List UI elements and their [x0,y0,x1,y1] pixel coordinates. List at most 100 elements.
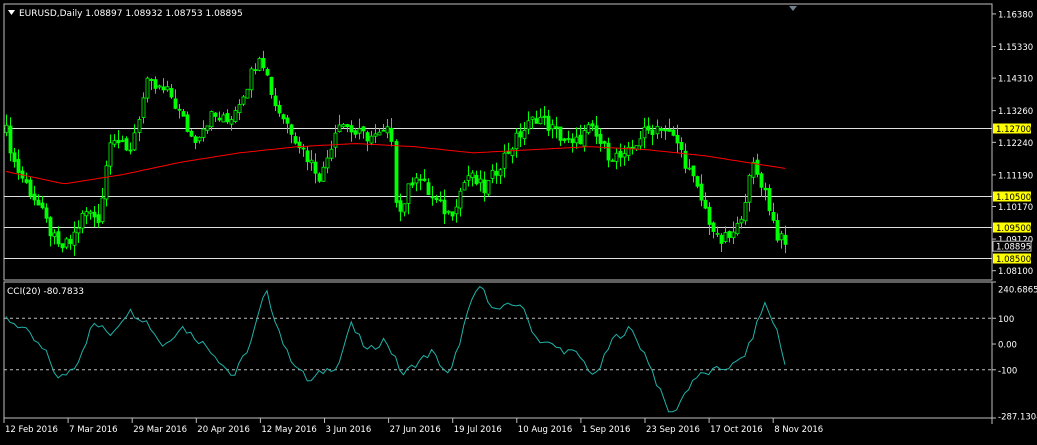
price-tick-label: 1.15330 [998,43,1033,53]
candle-body [675,134,680,144]
candle-body [430,196,435,199]
candle-body [305,150,310,163]
candle-body [530,116,535,120]
candle-body [502,152,507,169]
candle-body [321,166,326,182]
candle-body [269,76,274,95]
chart-canvas[interactable]: 1.12700 1.10500 1.09500 1.08500 1.16380 1.153… [0,0,1037,441]
candle-body [24,179,29,183]
candle-body [341,124,346,128]
candle-body [562,138,567,141]
candle-body [622,153,627,158]
candle-body [630,146,635,149]
candle-body [606,142,611,161]
candle-body [385,126,390,134]
candle-body [526,120,531,130]
candle-body [88,211,93,214]
candle-body [313,161,318,174]
candle-body [12,152,17,163]
cci-tick-label: 240.6865 [998,286,1037,296]
candle-body [285,117,290,124]
candle-body [711,222,716,232]
candle-body [775,220,780,241]
candle-body [309,159,314,164]
candle-body [699,183,704,201]
candle-body [747,174,752,203]
candle-body [161,86,166,91]
candle-body [48,217,53,237]
candle-body [715,232,720,235]
candle-body [414,177,419,184]
candle-body [68,238,73,244]
candle-body [76,227,81,234]
candle-body [763,187,768,191]
candle-body [36,199,41,206]
candle-body [165,86,170,91]
candle-body [458,190,463,209]
candle-body [52,232,57,237]
candle-body [402,203,407,213]
candle-body [100,197,105,222]
candle-body [614,152,619,162]
candle-body [602,141,607,144]
candle-body [233,110,238,122]
candle-body [96,214,101,224]
candle-body [566,138,571,140]
cci-tick-label: -287.1304 [998,413,1037,423]
candle-body [406,183,411,204]
chart-window[interactable]: 1.12700 1.10500 1.09500 1.08500 1.16380 1.153… [0,0,1037,441]
candle-body [365,132,370,142]
time-tick-label: 17 Oct 2016 [710,425,763,435]
candle-body [257,58,262,71]
candle-body [357,128,362,134]
candle-body [494,171,499,176]
candle-body [707,206,712,225]
price-tick-label: 1.08100 [998,267,1033,277]
candle-body [442,199,447,215]
candle-body [253,69,258,72]
time-tick-label: 12 Feb 2016 [5,425,58,435]
candle-body [245,88,250,99]
candle-body [735,222,740,235]
candle-body [454,206,459,215]
candle-body [169,88,174,98]
price-tick-label: 1.16380 [998,10,1033,20]
candle-body [490,169,495,179]
candle-body [128,149,133,152]
candle-body [373,133,378,137]
candle-body [349,125,354,133]
candle-body [466,175,471,181]
candle-body [249,68,254,91]
level-label: 1.12700 [996,125,1031,135]
candle-body [470,172,475,178]
candle-body [759,173,764,188]
price-tick-label: 1.11190 [998,171,1033,181]
candle-body [277,104,282,114]
candle-body [377,131,382,136]
candle-body [325,157,330,169]
candle-body [361,126,366,132]
candle-body [28,179,33,196]
time-tick-label: 7 Mar 2016 [69,425,117,435]
time-tick-label: 3 Jun 2016 [326,425,372,435]
candle-body [185,114,190,132]
candle-body [177,108,182,111]
current-price-label: 1.08895 [996,243,1031,253]
candle-body [4,124,9,134]
candle-body [731,231,736,239]
candle-body [434,197,439,201]
candle-body [289,124,294,135]
candle-body [345,124,350,128]
price-axis: 1.12700 1.10500 1.09500 1.08500 1.16380 1.153… [992,10,1033,277]
candle-body [719,234,724,244]
candle-body [108,142,113,167]
candle-body [229,119,234,125]
candle-body [450,211,455,217]
candle-body [353,130,358,135]
candle-body [687,167,692,170]
candle-body [221,114,226,123]
candle-body [197,136,202,142]
candle-body [582,130,587,147]
candle-body [642,126,647,139]
candle-body [691,165,696,177]
